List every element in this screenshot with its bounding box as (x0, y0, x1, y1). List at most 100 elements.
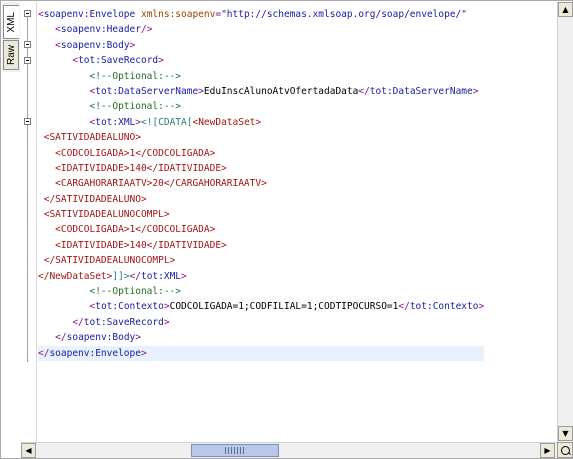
code-line[interactable]: <SATIVIDADEALUNOCOMPL> (38, 207, 484, 222)
tab-xml[interactable]: XML (3, 5, 19, 39)
magnifier-icon (560, 445, 570, 455)
code-token: EduInscAlunoAtvOfertadaData (203, 85, 359, 97)
code-token: CODCOLIGADA=1;CODFILIAL=1;CODTIPOCURSO=1 (169, 301, 399, 313)
scroll-right-icon[interactable]: ▶ (540, 443, 555, 458)
code-line[interactable]: </tot:SaveRecord> (38, 315, 484, 330)
code-line[interactable]: <soapenv:Header/> (38, 22, 484, 37)
code-token: xmlns:soapenv (135, 9, 216, 20)
code-token: tot:XML (140, 270, 182, 282)
code-line[interactable]: <tot:SaveRecord> (38, 53, 484, 68)
code-token: soapenv:Envelope (43, 9, 136, 20)
code-token: soapenv:Envelope (49, 347, 141, 359)
scroll-down-icon[interactable]: ▼ (558, 426, 573, 441)
code-token: <NewDataSet> (192, 116, 262, 128)
view-tabs: XML Raw (2, 2, 20, 72)
zoom-button[interactable] (557, 442, 573, 458)
fold-xml-icon[interactable] (24, 118, 31, 125)
code-token: <CODCOLIGADA>1</CODCOLIGADA> (55, 147, 216, 159)
xml-editor-panel: XML Raw <soapenv:Envelope xmlns:soapenv=… (0, 0, 573, 459)
code-line[interactable]: </SATIVIDADEALUNOCOMPL> (38, 253, 484, 268)
code-editor[interactable]: <soapenv:Envelope xmlns:soapenv="http://… (21, 2, 557, 442)
code-line[interactable]: <SATIVIDADEALUNO> (38, 130, 484, 145)
code-line[interactable]: </SATIVIDADEALUNO> (38, 192, 484, 207)
code-line[interactable]: <tot:XML><![CDATA[<NewDataSet> (38, 115, 484, 130)
code-line[interactable]: <tot:Contexto>CODCOLIGADA=1;CODFILIAL=1;… (38, 299, 484, 314)
code-line[interactable]: <soapenv:Envelope xmlns:soapenv="http://… (38, 7, 484, 22)
horizontal-scroll-thumb[interactable] (191, 444, 279, 457)
code-line[interactable]: <CARGAHORARIAATV>20</CARGAHORARIAATV> (38, 176, 484, 191)
code-token: </ (398, 301, 410, 313)
code-token: </ (72, 316, 84, 328)
code-token: tot:XML (95, 116, 136, 128)
code-token: </SATIVIDADEALUNOCOMPL> (43, 255, 176, 267)
code-line[interactable]: </soapenv:Envelope> (38, 345, 485, 361)
code-token: </SATIVIDADEALUNO> (43, 193, 147, 205)
code-token: > (163, 316, 170, 328)
code-token: ]]> (112, 270, 130, 282)
fold-body-icon[interactable] (24, 41, 31, 48)
code-token: </ (38, 347, 50, 359)
code-line[interactable]: </soapenv:Body> (38, 330, 484, 345)
fold-envelope-icon[interactable] (24, 10, 31, 17)
horizontal-scrollbar[interactable]: ◀ ▶ (21, 442, 557, 458)
code-token: <IDATIVIDADE>140</IDATIVIDADE> (55, 239, 227, 251)
code-token: > (158, 55, 164, 67)
code-line[interactable]: <IDATIVIDADE>140</IDATIVIDADE> (38, 161, 484, 176)
code-token: <!--Optional:--> (89, 70, 181, 82)
code-token: soapenv:Body (60, 39, 130, 51)
grip-icon (225, 447, 245, 454)
code-token: > (472, 85, 479, 97)
code-token: "http://schemas.xmlsoap.org/soap/envelop… (221, 9, 468, 20)
code-line[interactable]: <soapenv:Body> (38, 38, 484, 53)
tab-xml-label: XML (6, 11, 17, 33)
fold-guide (27, 17, 28, 362)
code-line[interactable]: <!--Optional:--> (38, 284, 484, 299)
code-token: soapenv:Body (66, 332, 136, 344)
code-token: <IDATIVIDADE>140</IDATIVIDADE> (55, 162, 227, 174)
code-token: <!--Optional:--> (89, 286, 181, 298)
code-token: /> (140, 24, 153, 36)
code-line[interactable]: <CODCOLIGADA>1</CODCOLIGADA> (38, 222, 484, 237)
vertical-scrollbar[interactable]: ▲ ▼ (557, 2, 573, 442)
code-token: </ (358, 85, 370, 97)
code-line[interactable]: </NewDataSet>]]></tot:XML> (38, 269, 484, 284)
code-token: </NewDataSet> (38, 270, 113, 282)
code-line[interactable]: <IDATIVIDADE>140</IDATIVIDADE> (38, 238, 484, 253)
code-token: </ (55, 332, 67, 344)
code-token: tot:SaveRecord (78, 55, 159, 67)
code-token: tot:Contexto (95, 301, 164, 313)
code-token: tot:DataServerName (95, 85, 199, 97)
tab-raw[interactable]: Raw (3, 40, 19, 70)
scroll-up-icon[interactable]: ▲ (558, 2, 573, 17)
code-token: <SATIVIDADEALUNO> (43, 132, 141, 144)
code-line[interactable]: <!--Optional:--> (38, 69, 484, 84)
fold-saverecord-icon[interactable] (24, 57, 31, 64)
code-token: tot:DataServerName (369, 85, 473, 97)
code-token: > (129, 39, 136, 51)
code-token: soapenv:Header (60, 24, 141, 36)
code-line[interactable]: <tot:DataServerName>EduInscAlunoAtvOfert… (38, 84, 484, 99)
scroll-left-icon[interactable]: ◀ (21, 443, 36, 458)
code-token: <![CDATA[ (141, 116, 193, 128)
code-lines: <soapenv:Envelope xmlns:soapenv="http://… (38, 7, 485, 361)
code-token: </ (129, 270, 141, 282)
code-line[interactable]: <!--Optional:--> (38, 99, 484, 114)
code-line[interactable]: <CODCOLIGADA>1</CODCOLIGADA> (38, 146, 484, 161)
code-token: <CARGAHORARIAATV>20</CARGAHORARIAATV> (55, 178, 267, 190)
code-token: tot:Contexto (409, 301, 479, 313)
code-token: > (478, 301, 485, 313)
code-token: > (135, 332, 141, 344)
